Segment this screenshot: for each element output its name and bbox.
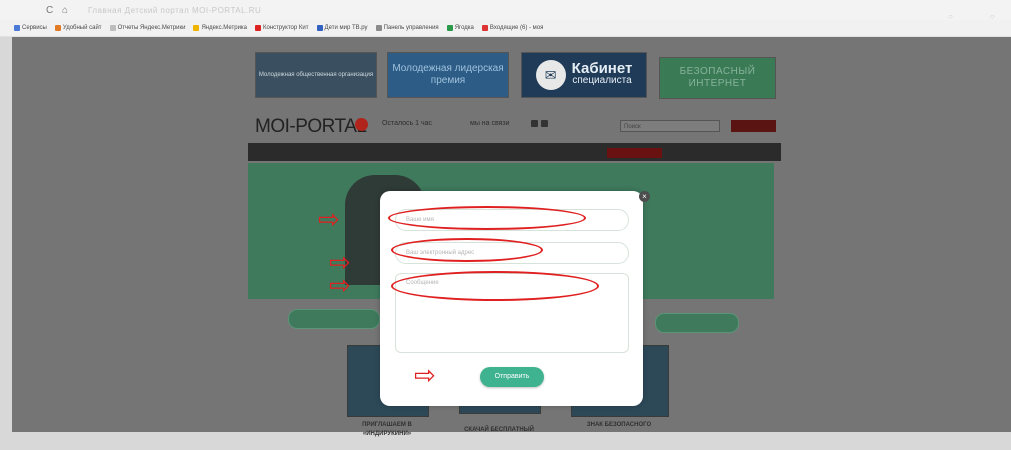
submit-button[interactable]: Отправить bbox=[480, 367, 544, 387]
annotation-ellipse-message bbox=[391, 271, 599, 301]
nav-active-item[interactable] bbox=[607, 148, 662, 158]
bookmark-item[interactable]: Дети мир ТВ.ру bbox=[316, 25, 368, 31]
bookmark-label: Ягодка bbox=[454, 25, 474, 31]
site-logo[interactable]: MOI-PORTAL bbox=[255, 116, 367, 138]
banner-safe-internet[interactable]: БЕЗОПАСНЫЙ ИНТЕРНЕТ bbox=[659, 57, 776, 99]
hero-pill-left[interactable] bbox=[288, 309, 380, 329]
header-info-text: Осталось 1 час bbox=[382, 120, 432, 127]
banner-leader-award[interactable]: Молодежная лидерская премия bbox=[387, 52, 509, 98]
logo-dot-icon bbox=[355, 118, 368, 131]
social-icon[interactable] bbox=[531, 120, 538, 127]
banner-leader-award-label: Молодежная лидерская премия bbox=[392, 63, 504, 86]
bookmark-icon bbox=[481, 25, 488, 31]
bookmark-icon bbox=[375, 25, 382, 31]
banner-cabinet-title: Кабинет bbox=[571, 60, 633, 77]
bookmark-label: Конструктор Кит bbox=[263, 25, 309, 31]
bookmark-icon bbox=[14, 25, 20, 31]
social-icon[interactable] bbox=[541, 120, 548, 127]
caption-3[interactable]: ЗНАК БЕЗОПАСНОГО bbox=[578, 421, 660, 430]
banner-specialist-cabinet[interactable]: ✉ Кабинет специалиста bbox=[521, 52, 647, 98]
header-contact-text: мы на связи bbox=[470, 120, 510, 127]
address-bar[interactable]: Главная Детский портал MOI-PORTAL.RU bbox=[88, 6, 261, 15]
bookmark-item[interactable]: Панель управления bbox=[375, 25, 439, 31]
annotation-arrow-icon: ⇨ bbox=[329, 271, 351, 301]
close-icon[interactable]: × bbox=[639, 191, 650, 202]
banner-cabinet-subtitle: специалиста bbox=[572, 75, 632, 86]
bookmark-item[interactable]: Удобный сайт bbox=[54, 25, 102, 31]
search-button[interactable] bbox=[731, 120, 776, 132]
bookmark-icon bbox=[255, 25, 262, 31]
bookmark-label: Входящие (6) - моя bbox=[489, 25, 544, 31]
hero-pill-right[interactable] bbox=[655, 313, 739, 333]
bookmark-label: Яндекс.Метрика bbox=[201, 25, 248, 31]
bookmark-icon bbox=[54, 25, 61, 31]
annotation-ellipse-email bbox=[391, 238, 543, 262]
caption-1[interactable]: ПРИГЛАШАЕМ В «ИНДИРУКИНИ» bbox=[352, 421, 422, 439]
home-icon[interactable]: ⌂ bbox=[62, 5, 68, 16]
annotation-ellipse-name bbox=[388, 206, 586, 230]
cabinet-logo-icon: ✉ bbox=[535, 60, 566, 90]
annotation-arrow-icon: ⇨ bbox=[329, 248, 351, 278]
bookmark-label: Панель управления bbox=[383, 25, 439, 31]
bookmark-item[interactable]: Входящие (6) - моя bbox=[481, 25, 544, 31]
bookmark-icon bbox=[316, 25, 323, 31]
main-navbar[interactable] bbox=[248, 143, 781, 161]
bookmark-label: Сервисы bbox=[22, 25, 47, 31]
banner-safe-internet-label: БЕЗОПАСНЫЙ ИНТЕРНЕТ bbox=[679, 66, 756, 89]
banner-organization[interactable]: Молодежная общественная организация bbox=[255, 52, 377, 98]
bookmark-icon bbox=[193, 25, 200, 31]
browser-toolbar: C ⌂ Главная Детский портал MOI-PORTAL.RU… bbox=[0, 0, 1011, 21]
bookmark-icon bbox=[109, 25, 116, 31]
bookmark-item[interactable]: Конструктор Кит bbox=[255, 25, 309, 31]
bookmarks-bar: Сервисы Удобный сайт Отчеты Яндекс.Метрики… bbox=[0, 20, 1011, 37]
banner-organization-label: Молодежная общественная организация bbox=[258, 72, 374, 78]
bookmark-item[interactable]: Сервисы bbox=[14, 25, 47, 31]
annotation-arrow-icon: ⇨ bbox=[414, 361, 436, 391]
bookmark-icon bbox=[446, 25, 453, 31]
bookmark-item[interactable]: Ягодка bbox=[446, 25, 474, 31]
bookmark-label: Дети мир ТВ.ру bbox=[324, 25, 368, 31]
search-input[interactable]: Поиск bbox=[620, 120, 720, 132]
bookmark-item[interactable]: Яндекс.Метрика bbox=[193, 25, 247, 31]
caption-2[interactable]: СКАЧАЙ БЕСПЛАТНЫЙ bbox=[462, 426, 536, 435]
bookmark-label: Отчеты Яндекс.Метрики bbox=[117, 25, 186, 31]
bookmark-item[interactable]: Отчеты Яндекс.Метрики bbox=[109, 25, 186, 31]
reload-icon[interactable]: C bbox=[46, 5, 53, 16]
bookmark-label: Удобный сайт bbox=[62, 25, 102, 31]
annotation-arrow-icon: ⇨ bbox=[318, 205, 340, 235]
